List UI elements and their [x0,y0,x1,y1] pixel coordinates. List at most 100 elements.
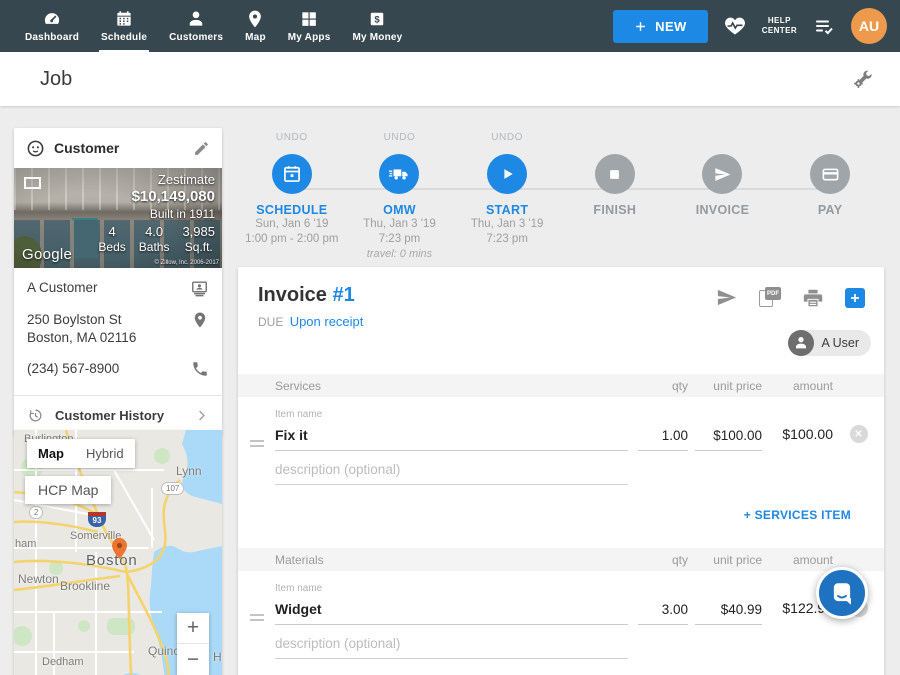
map-label-lynn: Lynn [176,464,202,478]
job-location-pin[interactable] [112,538,127,559]
undo-placeholder [669,132,777,146]
material-unit-price-input[interactable] [695,602,762,625]
assignee-chip[interactable]: A User [788,330,871,356]
pay-step-button[interactable] [810,154,850,194]
hcp-map-button[interactable]: HCP Map [25,476,111,504]
nav-item-dashboard[interactable]: Dashboard [14,0,90,52]
beds-label: Beds [98,240,125,254]
edit-pencil-icon[interactable] [193,140,210,157]
tasks-check-icon[interactable] [812,14,836,38]
service-description-input[interactable] [275,462,628,485]
invoice-due: DUE Upon receipt [258,314,864,329]
plus-icon [634,20,647,33]
customer-details: A Customer 250 Boylston StBoston, MA 021… [14,268,222,395]
undo-omw-link[interactable]: UNDO [346,132,454,146]
remove-service-item-icon[interactable]: ✕ [850,425,868,443]
step-label[interactable]: FINISH [561,203,669,217]
nav-item-map[interactable]: Map [234,0,277,52]
print-icon[interactable] [802,287,824,309]
customer-name-row[interactable]: A Customer [27,279,209,298]
play-icon [498,165,516,183]
add-invoice-button[interactable] [845,288,865,308]
assignee-avatar [788,330,814,356]
send-invoice-icon[interactable] [715,286,738,309]
step-invoice: INVOICE [669,132,777,262]
qty-column-header: qty [628,379,688,393]
nav-item-schedule[interactable]: Schedule [90,0,158,52]
customer-phone-row[interactable]: (234) 567-8900 [27,360,209,378]
services-title: Services [275,379,628,393]
drag-handle-icon[interactable] [250,611,264,624]
pdf-icon[interactable]: PDF [759,287,781,308]
zillow-copyright: © Zillow, Inc. 2006-2017 [155,260,219,266]
nav-label: My Apps [288,32,331,43]
send-icon [713,165,732,184]
invoice-step-button[interactable] [702,154,742,194]
calendar-icon [114,9,134,29]
nav-label: Schedule [101,32,147,43]
schedule-step-button[interactable] [272,154,312,194]
phone-icon [191,360,209,378]
invoice-number[interactable]: #1 [332,284,354,306]
map-pin-icon [245,9,265,29]
map-label-hi: Hi [213,650,222,664]
nav-item-customers[interactable]: Customers [158,0,234,52]
dashboard-icon [42,9,62,29]
map-button[interactable]: Map [27,439,75,468]
help-center-line1: HELP [762,16,797,26]
item-name-label: Item name [275,583,628,594]
service-unit-price-input[interactable] [695,428,762,451]
help-center-link[interactable]: HELP CENTER [762,16,797,36]
undo-schedule-link[interactable]: UNDO [238,132,346,146]
new-button[interactable]: NEW [613,10,708,43]
credit-card-icon [821,165,840,184]
person-icon [186,9,206,29]
customer-address-row[interactable]: 250 Boylston StBoston, MA 02116 [27,311,209,347]
truck-icon [388,163,410,185]
step-label[interactable]: PAY [776,203,884,217]
content-area: Customer Zestimate $10,149,080 Built in … [0,106,900,675]
sqft-label: Sq.ft. [182,240,215,254]
map-zoom-control: + − [177,613,209,675]
customer-card-header: Customer [14,128,222,168]
user-avatar[interactable]: AU [851,8,887,44]
map-type-buttons: Map Hybrid [27,439,135,468]
chat-launcher-button[interactable] [816,567,868,619]
start-step-button[interactable] [487,154,527,194]
service-item-name-input[interactable] [275,427,628,451]
amount-column-header: amount [762,553,833,567]
history-clock-icon [27,407,44,424]
street-view-photo[interactable]: Zestimate $10,149,080 Built in 1911 4Bed… [14,168,222,268]
heart-pulse-icon[interactable] [723,14,747,38]
step-label[interactable]: START [453,203,561,217]
beds-value: 4 [98,224,125,239]
material-description-input[interactable] [275,636,628,659]
finish-step-button[interactable] [595,154,635,194]
customer-name: A Customer [27,279,98,297]
drag-handle-icon[interactable] [250,437,264,450]
zoom-out-button[interactable]: − [177,644,209,675]
material-qty-input[interactable] [638,602,688,625]
hybrid-button[interactable]: Hybrid [75,439,135,468]
apps-grid-icon [299,9,319,29]
step-label[interactable]: OMW [346,203,454,217]
top-nav: Dashboard Schedule Customers Map [0,0,900,52]
location-pin-icon [191,311,209,329]
step-time: 7:23 pm [346,232,454,247]
expand-icon[interactable] [24,177,41,189]
material-item-name-input[interactable] [275,601,628,625]
materials-section-header: Materials qty unit price amount [238,548,884,571]
nav-item-my-apps[interactable]: My Apps [277,0,342,52]
job-settings-icon[interactable] [852,68,874,90]
due-value-link[interactable]: Upon receipt [290,314,364,329]
step-label[interactable]: SCHEDULE [238,203,346,217]
service-qty-input[interactable] [638,428,688,451]
add-services-item-link[interactable]: + SERVICES ITEM [744,508,851,522]
omw-step-button[interactable] [379,154,419,194]
zoom-in-button[interactable]: + [177,613,209,644]
sqft-value: 3,985 [182,224,215,239]
zestimate-value: $10,149,080 [98,188,215,205]
step-label[interactable]: INVOICE [669,203,777,217]
nav-item-my-money[interactable]: $ My Money [341,0,413,52]
undo-start-link[interactable]: UNDO [453,132,561,146]
